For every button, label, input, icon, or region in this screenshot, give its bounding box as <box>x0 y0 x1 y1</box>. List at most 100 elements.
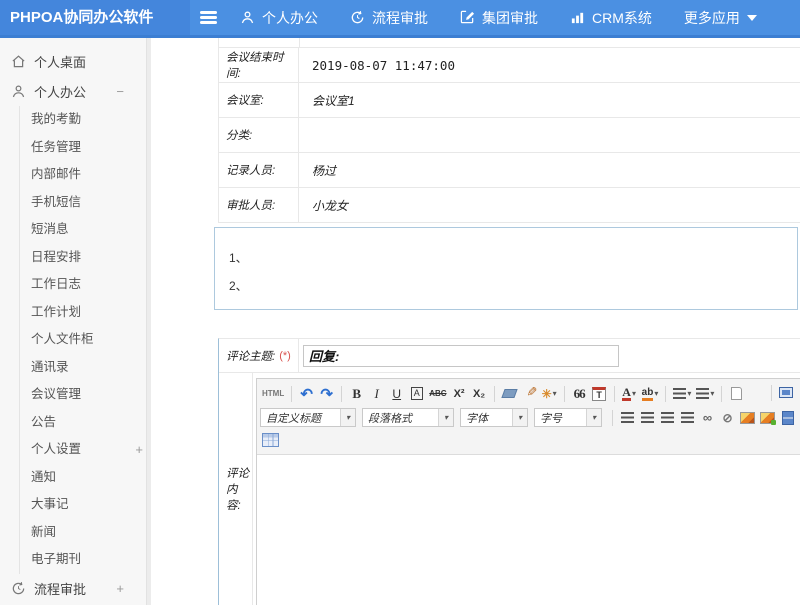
upload-image-icon[interactable] <box>760 412 775 424</box>
unordered-list-button[interactable]: ▾ <box>694 384 716 403</box>
hamburger-menu-icon[interactable] <box>200 11 217 24</box>
bold-icon[interactable]: B <box>347 384 366 403</box>
toolbar-separator <box>614 386 615 402</box>
sidebar-item-news[interactable]: 新闻 <box>20 519 146 547</box>
caret-down-icon: ▾ <box>438 409 453 426</box>
font-family-select[interactable]: 字体 ▾ <box>460 408 528 427</box>
meeting-minutes-box: 1、 2、 <box>214 227 798 310</box>
sidebar-item-label: 公告 <box>31 415 56 429</box>
sidebar-item-personal-file-cabinet[interactable]: 个人文件柜 <box>20 326 146 354</box>
expand-toggle[interactable]: + <box>135 436 143 464</box>
table-row: 会议室: 会议室1 <box>219 83 800 118</box>
label-text: 评论主题: <box>226 348 275 364</box>
align-left-icon[interactable] <box>621 412 634 423</box>
form-value: 会议室1 <box>299 83 800 117</box>
toolbar-separator <box>721 386 722 402</box>
sidebar-item-announcement[interactable]: 公告 <box>20 409 146 437</box>
edit-square-icon <box>460 10 475 25</box>
comment-subject-input[interactable] <box>303 345 619 367</box>
required-mark: (*) <box>279 350 291 362</box>
font-border-icon[interactable]: A <box>411 387 423 400</box>
sidebar-item-memorabilia[interactable]: 大事记 <box>20 491 146 519</box>
sidebar-item-label: 通知 <box>31 470 56 484</box>
sidebar-item-label: 任务管理 <box>31 140 81 154</box>
collapse-toggle[interactable]: − <box>116 84 124 99</box>
meeting-detail-table: 会议结束时间: 2019-08-07 11:47:00 会议室: 会议室1 分类… <box>218 38 800 223</box>
expand-toggle[interactable]: + <box>116 581 124 596</box>
caret-down-icon: ▾ <box>654 389 658 398</box>
sidebar-item-my-attendance[interactable]: 我的考勤 <box>20 106 146 134</box>
select-label: 段落格式 <box>368 410 412 426</box>
sidebar-item-task-management[interactable]: 任务管理 <box>20 134 146 162</box>
toolbar-separator <box>494 386 495 402</box>
redo-icon[interactable]: ↷ <box>317 384 336 403</box>
comment-table: 评论主题: (*) 评论内容: HTML ↶ ↷ <box>218 338 800 605</box>
table-row: 记录人员: 杨过 <box>219 153 800 188</box>
unlink-icon[interactable]: ⊘ <box>718 408 737 427</box>
italic-icon[interactable]: I <box>367 384 386 403</box>
align-center-icon[interactable] <box>641 412 654 423</box>
table-row: 分类: <box>219 118 800 153</box>
nav-workflow-approval[interactable]: 流程审批 <box>350 8 428 28</box>
paragraph-format-select[interactable]: 段落格式 ▾ <box>362 408 454 427</box>
custom-heading-select[interactable]: 自定义标题 ▾ <box>260 408 356 427</box>
sidebar-item-personal-settings[interactable]: 个人设置 + <box>20 436 146 464</box>
person-icon <box>240 10 255 25</box>
font-color-button[interactable]: A ▾ <box>620 384 639 403</box>
text-block-icon[interactable]: T <box>592 387 606 401</box>
html-source-button[interactable]: HTML <box>260 384 286 403</box>
form-label: 审批人员: <box>219 188 299 222</box>
blockquote-icon[interactable]: 66 <box>570 384 589 403</box>
sidebar-item-label: 电子期刊 <box>31 552 81 566</box>
sidebar-item-short-message[interactable]: 短消息 <box>20 216 146 244</box>
sidebar-item-mobile-sms[interactable]: 手机短信 <box>20 189 146 217</box>
superscript-icon[interactable]: X² <box>450 384 469 403</box>
comment-subject-cell <box>299 339 800 372</box>
nav-crm-system[interactable]: CRM系统 <box>570 8 652 28</box>
toolbar-row-3 <box>260 429 797 451</box>
eraser-icon[interactable] <box>501 389 517 398</box>
nav-group-approval[interactable]: 集团审批 <box>460 8 538 28</box>
sidebar-item-contacts[interactable]: 通讯录 <box>20 354 146 382</box>
insert-image-icon[interactable] <box>740 412 755 424</box>
nav-personal-office[interactable]: 个人办公 <box>240 8 318 28</box>
highlight-color-button[interactable]: ab ▾ <box>640 384 661 403</box>
app-window: PHPOA协同办公软件 个人办公 流程审批 <box>0 0 800 605</box>
person-icon <box>11 84 26 99</box>
insert-table-icon[interactable] <box>262 433 279 447</box>
ordered-list-icon <box>673 388 686 399</box>
sidebar-item-work-log[interactable]: 工作日志 <box>20 271 146 299</box>
sidebar-item-label: 短消息 <box>31 222 69 236</box>
subscript-icon[interactable]: X₂ <box>470 384 489 403</box>
comment-content-label: 评论内容: <box>219 373 253 605</box>
sidebar-item-notice[interactable]: 通知 <box>20 464 146 492</box>
sidebar-item-e-journal[interactable]: 电子期刊 <box>20 546 146 574</box>
format-brush-icon[interactable]: ✎ <box>520 384 539 403</box>
align-right-icon[interactable] <box>661 412 674 423</box>
sidebar-item-meeting-management[interactable]: 会议管理 <box>20 381 146 409</box>
sidebar-item-personal-desktop[interactable]: 个人桌面 <box>0 46 146 76</box>
link-icon[interactable]: ∞ <box>698 408 717 427</box>
align-justify-icon[interactable] <box>681 412 694 423</box>
select-label: 字体 <box>466 410 488 426</box>
sidebar-item-schedule[interactable]: 日程安排 <box>20 244 146 272</box>
minutes-line: 2、 <box>229 272 797 300</box>
sidebar-item-work-plan[interactable]: 工作计划 <box>20 299 146 327</box>
page-break-icon[interactable] <box>782 411 794 425</box>
editor-content-area[interactable] <box>257 455 800 605</box>
strikethrough-icon[interactable]: ABC <box>427 384 448 403</box>
sidebar-item-label: 大事记 <box>31 497 69 511</box>
ordered-list-button[interactable]: ▾ <box>671 384 693 403</box>
sidebar-item-personal-office[interactable]: 个人办公 − <box>0 76 146 106</box>
rich-text-editor: HTML ↶ ↷ B I U A ABC X² X₂ ✎ <box>256 378 800 605</box>
fullscreen-icon[interactable] <box>779 387 793 398</box>
new-page-icon[interactable] <box>731 387 742 400</box>
sidebar-item-workflow-approval[interactable]: 流程审批 + <box>0 574 146 604</box>
underline-icon[interactable]: U <box>387 384 406 403</box>
font-size-select[interactable]: 字号 ▾ <box>534 408 602 427</box>
undo-icon[interactable]: ↶ <box>297 384 316 403</box>
autotypeset-button[interactable]: ✳ ▾ <box>540 384 559 403</box>
table-row: 会议结束时间: 2019-08-07 11:47:00 <box>219 48 800 83</box>
nav-more-apps[interactable]: 更多应用 <box>684 8 757 28</box>
sidebar-item-internal-mail[interactable]: 内部邮件 <box>20 161 146 189</box>
